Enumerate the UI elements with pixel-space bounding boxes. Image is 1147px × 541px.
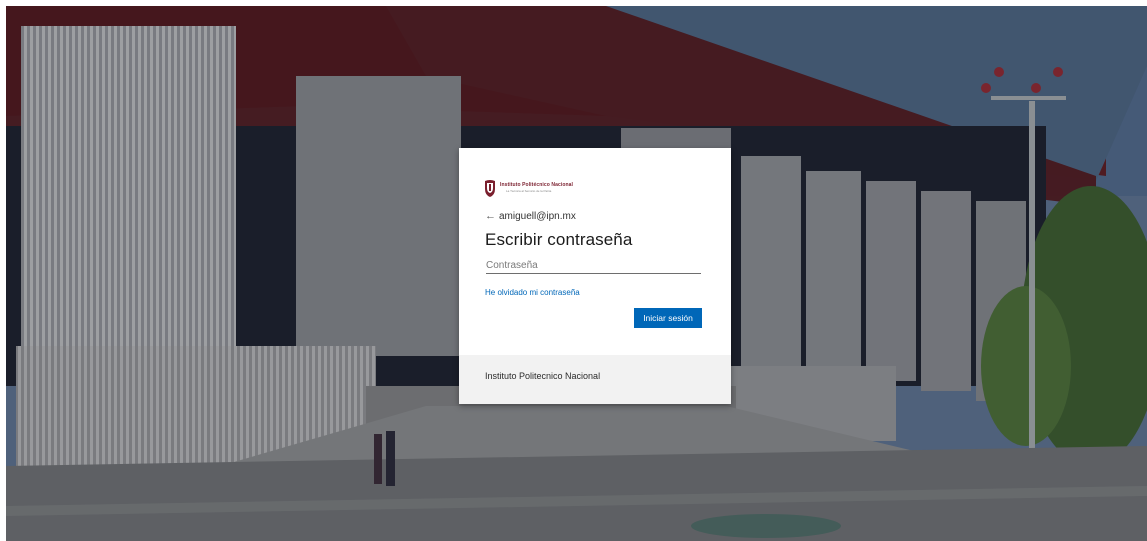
page-title: Escribir contraseña: [485, 230, 633, 249]
sign-in-card: Instituto Politécnico Nacional La Técnic…: [459, 148, 731, 404]
sign-in-card-body: Instituto Politécnico Nacional La Técnic…: [459, 148, 731, 355]
password-input[interactable]: [486, 257, 701, 274]
forgot-password-link[interactable]: He olvidado mi contraseña: [485, 288, 580, 297]
sign-in-button[interactable]: Iniciar sesión: [634, 308, 702, 328]
institution-logo: Instituto Politécnico Nacional La Técnic…: [484, 178, 573, 198]
back-arrow-icon[interactable]: ←: [485, 210, 497, 222]
account-email: amiguell@ipn.mx: [499, 210, 576, 222]
logo-tagline: La Técnica al Servicio de la Patria: [506, 189, 552, 193]
ipn-logo-icon: [485, 180, 495, 197]
organization-footer: Instituto Politecnico Nacional: [459, 355, 731, 404]
organization-name: Instituto Politecnico Nacional: [485, 371, 601, 381]
back-to-account-row[interactable]: ← amiguell@ipn.mx: [485, 209, 576, 223]
